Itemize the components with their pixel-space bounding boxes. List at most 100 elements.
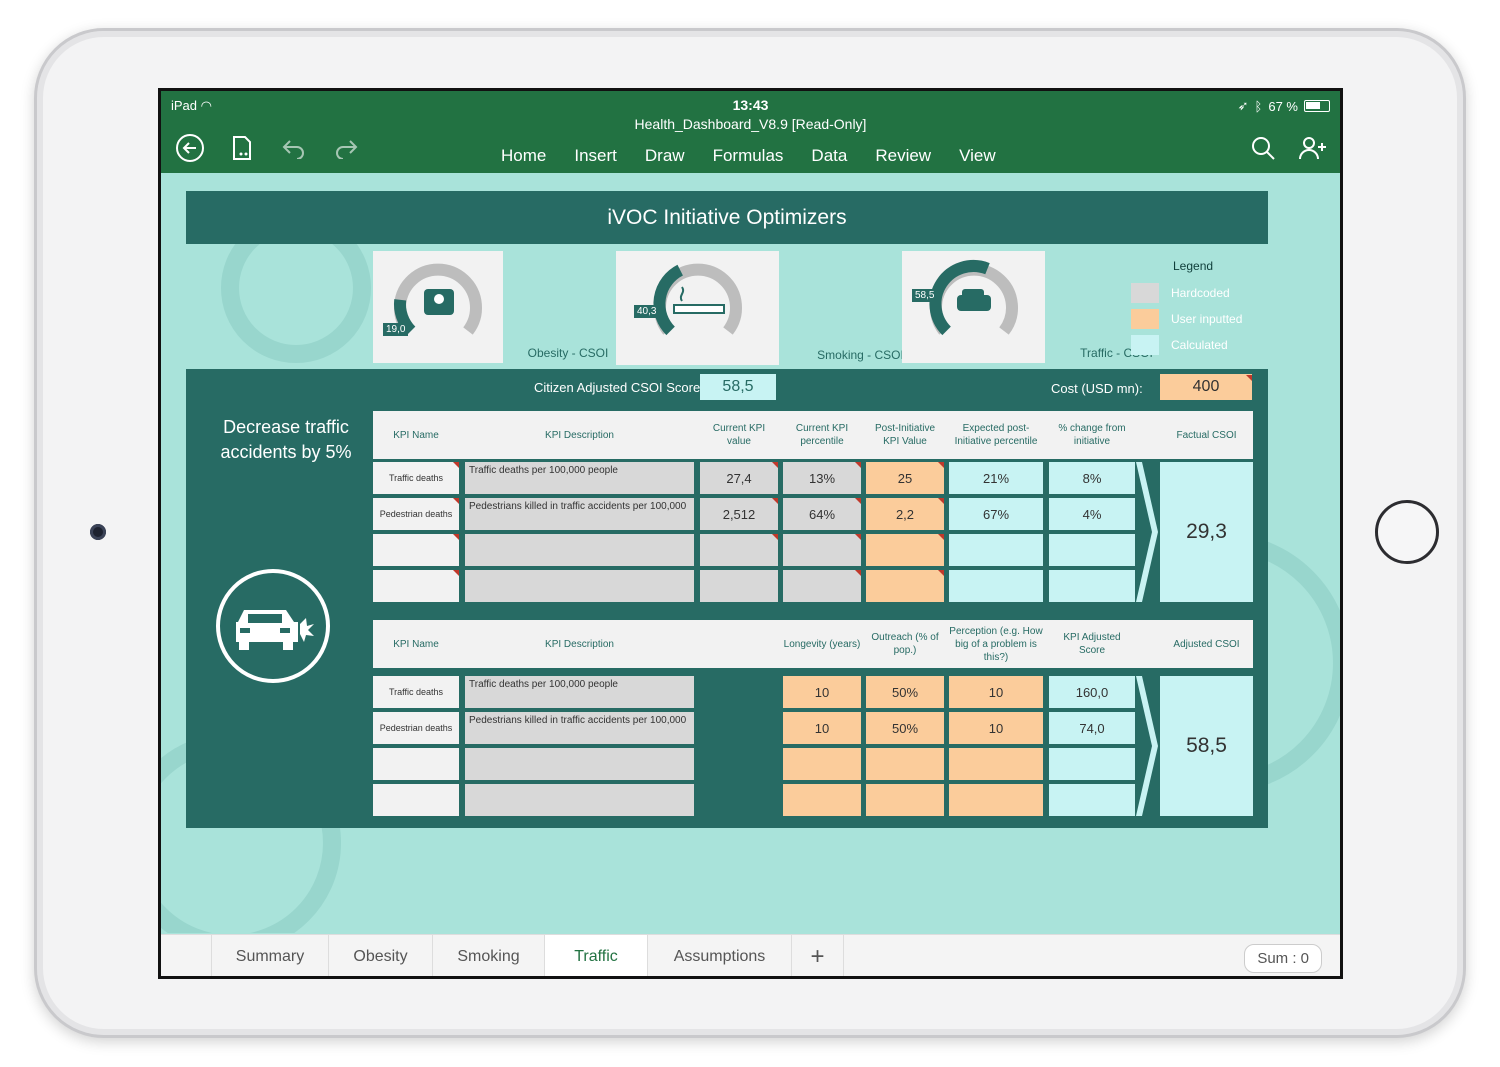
t1-expected-1[interactable]: 67% <box>949 498 1043 530</box>
t1-current-1[interactable]: 2,512 <box>700 498 778 530</box>
t2-name-2[interactable] <box>373 748 459 780</box>
menu-review[interactable]: Review <box>875 146 931 166</box>
location-icon: ➶ <box>1237 98 1249 113</box>
status-time: 13:43 <box>732 97 769 113</box>
t1-post-2[interactable] <box>866 534 944 566</box>
t1-post-3[interactable] <box>866 570 944 602</box>
t2-desc-2[interactable] <box>465 748 694 780</box>
t1-name-2[interactable] <box>373 534 459 566</box>
t1-expected-2[interactable] <box>949 534 1043 566</box>
menu-home[interactable]: Home <box>501 146 546 166</box>
comment-marker-icon <box>855 498 861 504</box>
t1-post-0[interactable]: 25 <box>866 462 944 494</box>
t2-perception-1[interactable]: 10 <box>949 712 1043 744</box>
cost-value[interactable]: 400 <box>1160 374 1252 400</box>
t2-desc-0[interactable]: Traffic deaths per 100,000 people <box>465 676 694 708</box>
t1-name-0[interactable]: Traffic deaths <box>373 462 459 494</box>
t2-score-0[interactable]: 160,0 <box>1049 676 1135 708</box>
menu-view[interactable]: View <box>959 146 996 166</box>
t1-change-3[interactable] <box>1049 570 1135 602</box>
legend-title: Legend <box>1173 259 1214 273</box>
t2-score-1[interactable]: 74,0 <box>1049 712 1135 744</box>
t2-outreach-3[interactable] <box>866 784 944 816</box>
comment-marker-icon <box>1246 375 1252 381</box>
redo-icon[interactable] <box>329 131 363 165</box>
share-user-icon[interactable] <box>1296 131 1330 165</box>
comment-marker-icon <box>453 570 459 576</box>
comment-marker-icon <box>855 534 861 540</box>
menu-data[interactable]: Data <box>811 146 847 166</box>
t1-percentile-2[interactable] <box>783 534 861 566</box>
back-icon[interactable] <box>173 131 207 165</box>
t2-longevity-0[interactable]: 10 <box>783 676 861 708</box>
col-current-kpi-value: Current KPI value <box>712 423 766 447</box>
obesity-gauge-label: Obesity - CSOI <box>527 346 609 360</box>
t1-name-1[interactable]: Pedestrian deaths <box>373 498 459 530</box>
t1-desc-1[interactable]: Pedestrians killed in traffic accidents … <box>465 498 694 530</box>
col2-kpi-description: KPI Description <box>545 638 614 650</box>
ribbon-menu: Home Insert Draw Formulas Data Review Vi… <box>501 146 996 166</box>
t2-perception-0[interactable]: 10 <box>949 676 1043 708</box>
col-expected-percentile: Expected post-Initiative percentile <box>954 423 1038 447</box>
t1-desc-3[interactable] <box>465 570 694 602</box>
t1-desc-2[interactable] <box>465 534 694 566</box>
sum-indicator[interactable]: Sum : 0 <box>1244 944 1322 973</box>
t2-outreach-2[interactable] <box>866 748 944 780</box>
t1-expected-0[interactable]: 21% <box>949 462 1043 494</box>
t1-expected-3[interactable] <box>949 570 1043 602</box>
traffic-gauge-value: 58,5 <box>912 289 938 302</box>
t2-desc-3[interactable] <box>465 784 694 816</box>
col-kpi-name: KPI Name <box>393 429 439 441</box>
car-crash-icon <box>216 569 330 683</box>
t1-change-1[interactable]: 4% <box>1049 498 1135 530</box>
t2-name-0[interactable]: Traffic deaths <box>373 676 459 708</box>
csoi-score-label: Citizen Adjusted CSOI Score: <box>534 380 704 395</box>
t1-change-2[interactable] <box>1049 534 1135 566</box>
t2-name-1[interactable]: Pedestrian deaths <box>373 712 459 744</box>
t1-percentile-1[interactable]: 64% <box>783 498 861 530</box>
tab-obesity[interactable]: Obesity <box>329 935 433 976</box>
comment-marker-icon <box>453 534 459 540</box>
t2-outreach-1[interactable]: 50% <box>866 712 944 744</box>
t1-post-1[interactable]: 2,2 <box>866 498 944 530</box>
home-button[interactable] <box>1375 500 1439 564</box>
t1-percentile-3[interactable] <box>783 570 861 602</box>
t2-perception-2[interactable] <box>949 748 1043 780</box>
sheet-tabs: Summary Obesity Smoking Traffic Assumpti… <box>161 934 1340 976</box>
add-sheet-button[interactable]: + <box>792 935 844 976</box>
tab-traffic[interactable]: Traffic <box>545 935 648 976</box>
t2-score-3[interactable] <box>1049 784 1135 816</box>
csoi-score-value[interactable]: 58,5 <box>700 374 776 400</box>
file-icon[interactable] <box>225 131 259 165</box>
t1-percentile-0[interactable]: 13% <box>783 462 861 494</box>
battery-icon <box>1304 100 1330 112</box>
t2-longevity-2[interactable] <box>783 748 861 780</box>
tab-summary[interactable]: Summary <box>211 935 329 976</box>
menu-formulas[interactable]: Formulas <box>713 146 784 166</box>
tab-assumptions[interactable]: Assumptions <box>648 935 792 976</box>
col-post-initiative-value: Post-Initiative KPI Value <box>874 423 936 447</box>
t1-desc-0[interactable]: Traffic deaths per 100,000 people <box>465 462 694 494</box>
adjusted-table-header: KPI Name KPI Description Longevity (year… <box>373 620 1253 668</box>
t2-score-2[interactable] <box>1049 748 1135 780</box>
t2-name-3[interactable] <box>373 784 459 816</box>
menu-draw[interactable]: Draw <box>645 146 685 166</box>
comment-marker-icon <box>938 498 944 504</box>
col2-perception: Perception (e.g. How big of a problem is… <box>949 625 1043 663</box>
t2-longevity-1[interactable]: 10 <box>783 712 861 744</box>
search-icon[interactable] <box>1246 131 1280 165</box>
menu-insert[interactable]: Insert <box>574 146 617 166</box>
t1-current-2[interactable] <box>700 534 778 566</box>
undo-icon[interactable] <box>277 131 311 165</box>
col2-kpi-name: KPI Name <box>393 638 439 650</box>
t1-current-3[interactable] <box>700 570 778 602</box>
excel-toolbar: iPad ◠ 13:43 Health_Dashboard_V8.9 [Read… <box>161 91 1340 173</box>
t1-change-0[interactable]: 8% <box>1049 462 1135 494</box>
t2-longevity-3[interactable] <box>783 784 861 816</box>
t2-outreach-0[interactable]: 50% <box>866 676 944 708</box>
t2-desc-1[interactable]: Pedestrians killed in traffic accidents … <box>465 712 694 744</box>
tab-smoking[interactable]: Smoking <box>433 935 545 976</box>
t1-name-3[interactable] <box>373 570 459 602</box>
t1-current-0[interactable]: 27,4 <box>700 462 778 494</box>
t2-perception-3[interactable] <box>949 784 1043 816</box>
